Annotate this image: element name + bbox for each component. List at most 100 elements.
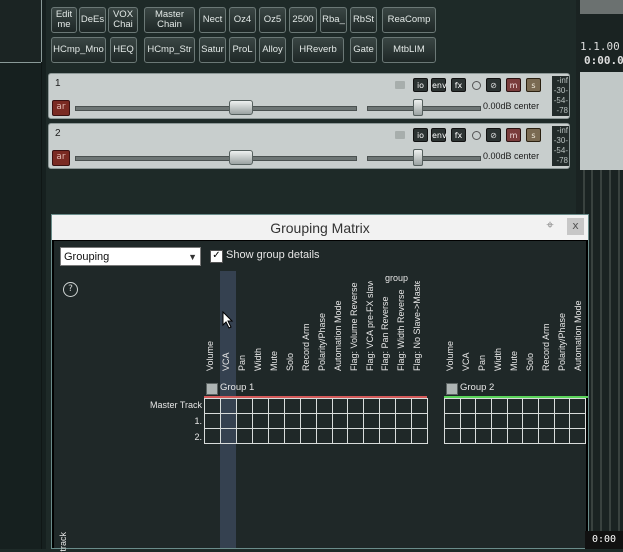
folder-icon[interactable]: [395, 131, 405, 139]
matrix-cell[interactable]: [459, 398, 477, 414]
toolbar-button-alloy[interactable]: Alloy: [259, 37, 286, 63]
matrix-cell[interactable]: [506, 428, 524, 444]
track-panel-2[interactable]: 2 io env fx ⊘ m s ar 0.00dB center -inf …: [48, 123, 570, 169]
matrix-cell[interactable]: [204, 428, 221, 444]
close-button[interactable]: x: [567, 218, 584, 235]
matrix-cell[interactable]: [569, 398, 586, 414]
volume-slider-handle[interactable]: [229, 100, 253, 115]
toolbar-button-prol[interactable]: ProL: [229, 37, 256, 63]
matrix-cell[interactable]: [299, 428, 317, 444]
toolbar-button-reacomp[interactable]: ReaComp: [382, 7, 436, 33]
toolbar-button-nect[interactable]: Nect: [199, 7, 226, 33]
env-button[interactable]: env: [431, 78, 447, 92]
matrix-cell[interactable]: [363, 428, 381, 444]
matrix-cell[interactable]: [490, 428, 508, 444]
matrix-cell[interactable]: [379, 398, 397, 414]
volume-slider-track[interactable]: [75, 106, 357, 111]
matrix-cell[interactable]: [553, 413, 571, 429]
pan-slider-handle[interactable]: [413, 99, 423, 116]
matrix-cell[interactable]: [537, 413, 555, 429]
record-monitor-icon[interactable]: [472, 131, 481, 140]
matrix-cell[interactable]: [235, 398, 253, 414]
matrix-cell[interactable]: [331, 398, 349, 414]
toolbar-button-vox-chai[interactable]: VOX Chai: [108, 7, 138, 33]
matrix-cell[interactable]: [553, 398, 571, 414]
mute-button[interactable]: m: [506, 128, 521, 142]
matrix-cell[interactable]: [459, 413, 477, 429]
matrix-cell[interactable]: [444, 398, 461, 414]
pan-slider-track[interactable]: [367, 106, 481, 111]
matrix-cell[interactable]: [219, 413, 237, 429]
matrix-cell[interactable]: [475, 413, 492, 429]
matrix-cell[interactable]: [315, 398, 333, 414]
matrix-cell[interactable]: [411, 398, 429, 414]
matrix-cell[interactable]: [490, 413, 508, 429]
toolbar-button-rba-[interactable]: Rba_: [320, 7, 347, 33]
matrix-cell[interactable]: [395, 428, 413, 444]
record-monitor-icon[interactable]: [472, 81, 481, 90]
track-panel-1[interactable]: 1 io env fx ⊘ m s ar 0.00dB center -inf …: [48, 73, 570, 119]
matrix-cell[interactable]: [569, 428, 586, 444]
fx-button[interactable]: fx: [451, 78, 466, 92]
group-checkbox[interactable]: [206, 383, 218, 395]
matrix-cell[interactable]: [267, 413, 285, 429]
matrix-cell[interactable]: [522, 398, 539, 414]
matrix-cell[interactable]: [444, 413, 461, 429]
matrix-cell[interactable]: [490, 398, 508, 414]
io-button[interactable]: io: [413, 128, 428, 142]
volume-slider-track[interactable]: [75, 156, 357, 161]
matrix-cell[interactable]: [219, 398, 237, 414]
matrix-cell[interactable]: [522, 428, 539, 444]
matrix-cell[interactable]: [444, 428, 461, 444]
pin-icon[interactable]: ⌖: [542, 218, 558, 234]
toolbar-button-master-chain[interactable]: Master Chain: [144, 7, 195, 33]
matrix-cell[interactable]: [537, 428, 555, 444]
solo-button[interactable]: s: [526, 78, 541, 92]
toolbar-button-hreverb[interactable]: HReverb: [292, 37, 344, 63]
matrix-cell[interactable]: [204, 398, 221, 414]
matrix-cell[interactable]: [347, 428, 365, 444]
matrix-cell[interactable]: [299, 413, 317, 429]
folder-icon[interactable]: [395, 81, 405, 89]
matrix-cell[interactable]: [459, 428, 477, 444]
show-details-checkbox[interactable]: ✓: [210, 250, 223, 263]
matrix-cell[interactable]: [331, 413, 349, 429]
volume-slider-handle[interactable]: [229, 150, 253, 165]
matrix-cell[interactable]: [363, 413, 381, 429]
matrix-cell[interactable]: [235, 428, 253, 444]
matrix-cell[interactable]: [267, 428, 285, 444]
mode-select[interactable]: Grouping ▼: [60, 247, 201, 266]
matrix-cell[interactable]: [347, 398, 365, 414]
matrix-cell[interactable]: [267, 398, 285, 414]
env-button[interactable]: env: [431, 128, 447, 142]
matrix-cell[interactable]: [475, 398, 492, 414]
pan-slider-handle[interactable]: [413, 149, 423, 166]
toolbar-button-oz5[interactable]: Oz5: [259, 7, 286, 33]
matrix-cell[interactable]: [506, 413, 524, 429]
toolbar-button-gate[interactable]: Gate: [350, 37, 377, 63]
toolbar-button-2500[interactable]: 2500: [289, 7, 317, 33]
fx-button[interactable]: fx: [451, 128, 466, 142]
matrix-cell[interactable]: [299, 398, 317, 414]
matrix-cell[interactable]: [283, 428, 301, 444]
phase-icon[interactable]: ⊘: [486, 128, 501, 142]
pan-slider-track[interactable]: [367, 156, 481, 161]
mute-button[interactable]: m: [506, 78, 521, 92]
toolbar-button-dees[interactable]: DeEs: [79, 7, 106, 33]
matrix-cell[interactable]: [411, 428, 429, 444]
record-arm-button[interactable]: ar: [52, 100, 70, 116]
solo-button[interactable]: s: [526, 128, 541, 142]
phase-icon[interactable]: ⊘: [486, 78, 501, 92]
matrix-cell[interactable]: [347, 413, 365, 429]
toolbar-button-hcmp-mno[interactable]: HCmp_Mno: [51, 37, 106, 63]
matrix-cell[interactable]: [553, 428, 571, 444]
toolbar-button-oz4[interactable]: Oz4: [229, 7, 256, 33]
matrix-cell[interactable]: [315, 428, 333, 444]
matrix-cell[interactable]: [395, 413, 413, 429]
matrix-cell[interactable]: [569, 413, 586, 429]
matrix-cell[interactable]: [411, 413, 429, 429]
matrix-cell[interactable]: [251, 428, 269, 444]
toolbar-button-mtblim[interactable]: MtbLIM: [382, 37, 436, 63]
matrix-cell[interactable]: [283, 398, 301, 414]
toolbar-button-satur[interactable]: Satur: [199, 37, 226, 63]
